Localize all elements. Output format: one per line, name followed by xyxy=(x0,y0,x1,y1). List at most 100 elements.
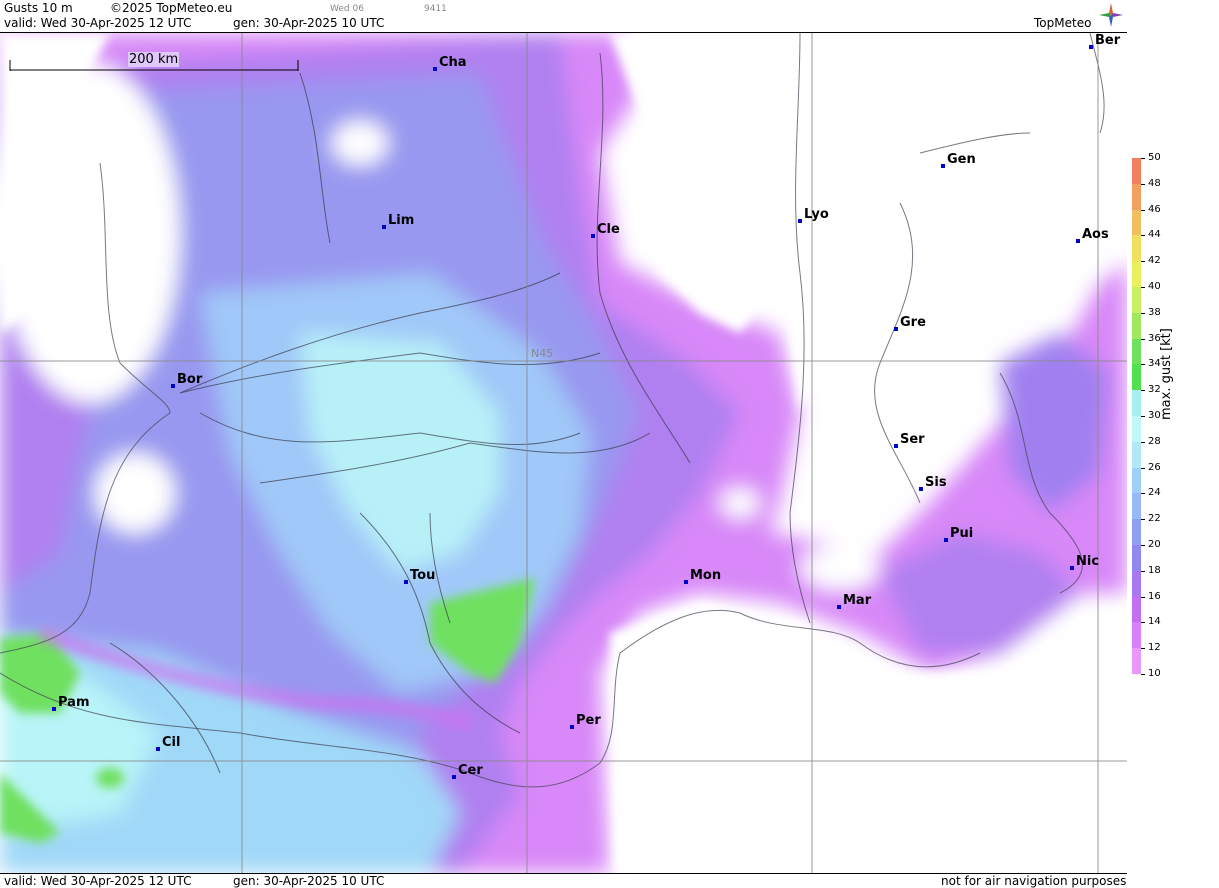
city-marker-icon xyxy=(894,444,898,448)
legend-tick-label: 50 xyxy=(1148,152,1161,163)
city-label[interactable]: Lim xyxy=(382,213,414,229)
gust-map[interactable]: 200 km N45 Cha Ber Gen Lim Cle Lyo Aos G… xyxy=(0,33,1128,873)
legend-tick-mark xyxy=(1141,209,1145,211)
city-label[interactable]: Gen xyxy=(941,152,976,168)
legend-tick-mark xyxy=(1141,287,1145,288)
legend-color-step xyxy=(1132,493,1141,520)
legend-tick-mark xyxy=(1141,235,1145,237)
city-label[interactable]: Lyo xyxy=(798,207,829,223)
legend-color-step xyxy=(1132,364,1141,391)
legend-tick-mark xyxy=(1141,390,1145,392)
legend-tick-label: 48 xyxy=(1148,177,1161,189)
legend-tick-label: 38 xyxy=(1148,306,1161,318)
legend-tick-mark xyxy=(1141,261,1145,263)
city-marker-icon xyxy=(894,327,898,331)
city-marker-icon xyxy=(452,775,456,779)
city-marker-icon xyxy=(1076,239,1080,243)
city-marker-icon xyxy=(570,725,574,729)
city-marker-icon xyxy=(156,747,160,751)
city-label[interactable]: Mar xyxy=(837,593,871,609)
legend-color-step xyxy=(1132,183,1141,211)
legend-tick-mark xyxy=(1141,545,1145,546)
legend-tick-label: 18 xyxy=(1148,564,1161,576)
city-label[interactable]: Aos xyxy=(1076,227,1109,243)
city-marker-icon xyxy=(52,707,56,711)
legend-tick-mark xyxy=(1141,596,1145,598)
city-label[interactable]: Cer xyxy=(452,763,483,779)
legend-tick-label: 22 xyxy=(1148,513,1161,525)
legend-tick-mark xyxy=(1141,312,1145,314)
legend-color-step xyxy=(1132,209,1141,236)
city-marker-icon xyxy=(798,219,802,223)
city-label[interactable]: Gre xyxy=(894,315,926,331)
city-label[interactable]: Nic xyxy=(1070,554,1099,570)
city-marker-icon xyxy=(404,580,408,584)
legend-tick-label: 40 xyxy=(1148,281,1161,292)
legend-color-step xyxy=(1132,261,1141,288)
city-marker-icon xyxy=(382,225,386,229)
legend-color-step xyxy=(1132,390,1141,417)
legend-tick-label: 20 xyxy=(1148,539,1161,550)
navigation-disclaimer: not for air navigation purposes xyxy=(941,874,1127,888)
legend-unit-label: max. gust [kt] xyxy=(1159,328,1174,420)
compass-logo-icon xyxy=(1099,3,1123,27)
copyright: ©2025 TopMeteo.eu xyxy=(110,1,233,15)
legend-tick-mark xyxy=(1141,467,1145,469)
legend-color-step xyxy=(1132,570,1141,598)
legend-tick-label: 28 xyxy=(1148,435,1161,447)
legend-tick-label: 42 xyxy=(1148,255,1161,267)
legend-color-step xyxy=(1132,648,1141,675)
city-label[interactable]: Ser xyxy=(894,432,925,448)
legend-tick-mark xyxy=(1141,622,1145,624)
generated-time: gen: 30-Apr-2025 10 UTC xyxy=(233,16,385,30)
legend-tick-mark xyxy=(1141,416,1145,417)
legend-tick-mark xyxy=(1141,493,1145,495)
legend-color-step xyxy=(1132,467,1141,494)
city-label[interactable]: Cha xyxy=(433,55,467,71)
city-marker-icon xyxy=(171,384,175,388)
day-code: Wed 06 xyxy=(330,4,364,14)
legend-color-step xyxy=(1132,158,1141,185)
legend-tick-label: 10 xyxy=(1148,668,1161,679)
footer-generated-time: gen: 30-Apr-2025 10 UTC xyxy=(233,874,385,888)
city-label[interactable]: Cil xyxy=(156,735,180,751)
legend-tick-mark xyxy=(1141,338,1145,340)
header-bar: Gusts 10 m ©2025 TopMeteo.eu Wed 06 9411… xyxy=(0,0,1127,33)
color-legend: 50 48 46 44 42 40 38 36 34 32 30 28 26 24 22 20 18 16 14 12… xyxy=(1127,0,1219,887)
city-label[interactable]: Mon xyxy=(684,568,721,584)
legend-color-step xyxy=(1132,622,1141,649)
legend-tick-mark xyxy=(1141,570,1145,572)
legend-tick-label: 44 xyxy=(1148,229,1161,241)
city-label[interactable]: Cle xyxy=(591,222,620,238)
scale-label: 200 km xyxy=(128,52,180,67)
valid-time: valid: Wed 30-Apr-2025 12 UTC xyxy=(4,16,192,30)
legend-tick-label: 16 xyxy=(1148,590,1161,602)
legend-tick-label: 12 xyxy=(1148,642,1161,654)
city-marker-icon xyxy=(941,164,945,168)
parameter-title: Gusts 10 m xyxy=(4,1,73,15)
legend-color-step xyxy=(1132,338,1141,365)
city-label[interactable]: Bor xyxy=(171,372,202,388)
legend-color-step xyxy=(1132,545,1141,572)
legend-color-step xyxy=(1132,312,1141,340)
legend-tick-mark xyxy=(1141,441,1145,443)
legend-color-step xyxy=(1132,596,1141,623)
city-label[interactable]: Tou xyxy=(404,568,435,584)
city-label[interactable]: Ber xyxy=(1089,33,1120,49)
legend-color-step xyxy=(1132,441,1141,469)
topmeteo-logo-text: TopMeteo xyxy=(1034,16,1092,30)
legend-color-step xyxy=(1132,416,1141,443)
city-label[interactable]: Pui xyxy=(944,526,973,542)
city-label[interactable]: Pam xyxy=(52,695,90,711)
city-label[interactable]: Per xyxy=(570,713,601,729)
city-label[interactable]: Sis xyxy=(919,475,947,491)
legend-tick-mark xyxy=(1141,674,1145,675)
legend-color-step xyxy=(1132,519,1141,546)
legend-tick-label: 14 xyxy=(1148,616,1161,628)
legend-tick-label: 26 xyxy=(1148,461,1161,473)
city-marker-icon xyxy=(919,487,923,491)
legend-tick-mark xyxy=(1141,648,1145,650)
city-marker-icon xyxy=(684,580,688,584)
legend-tick-mark xyxy=(1141,364,1145,366)
legend-tick-label: 24 xyxy=(1148,487,1161,499)
